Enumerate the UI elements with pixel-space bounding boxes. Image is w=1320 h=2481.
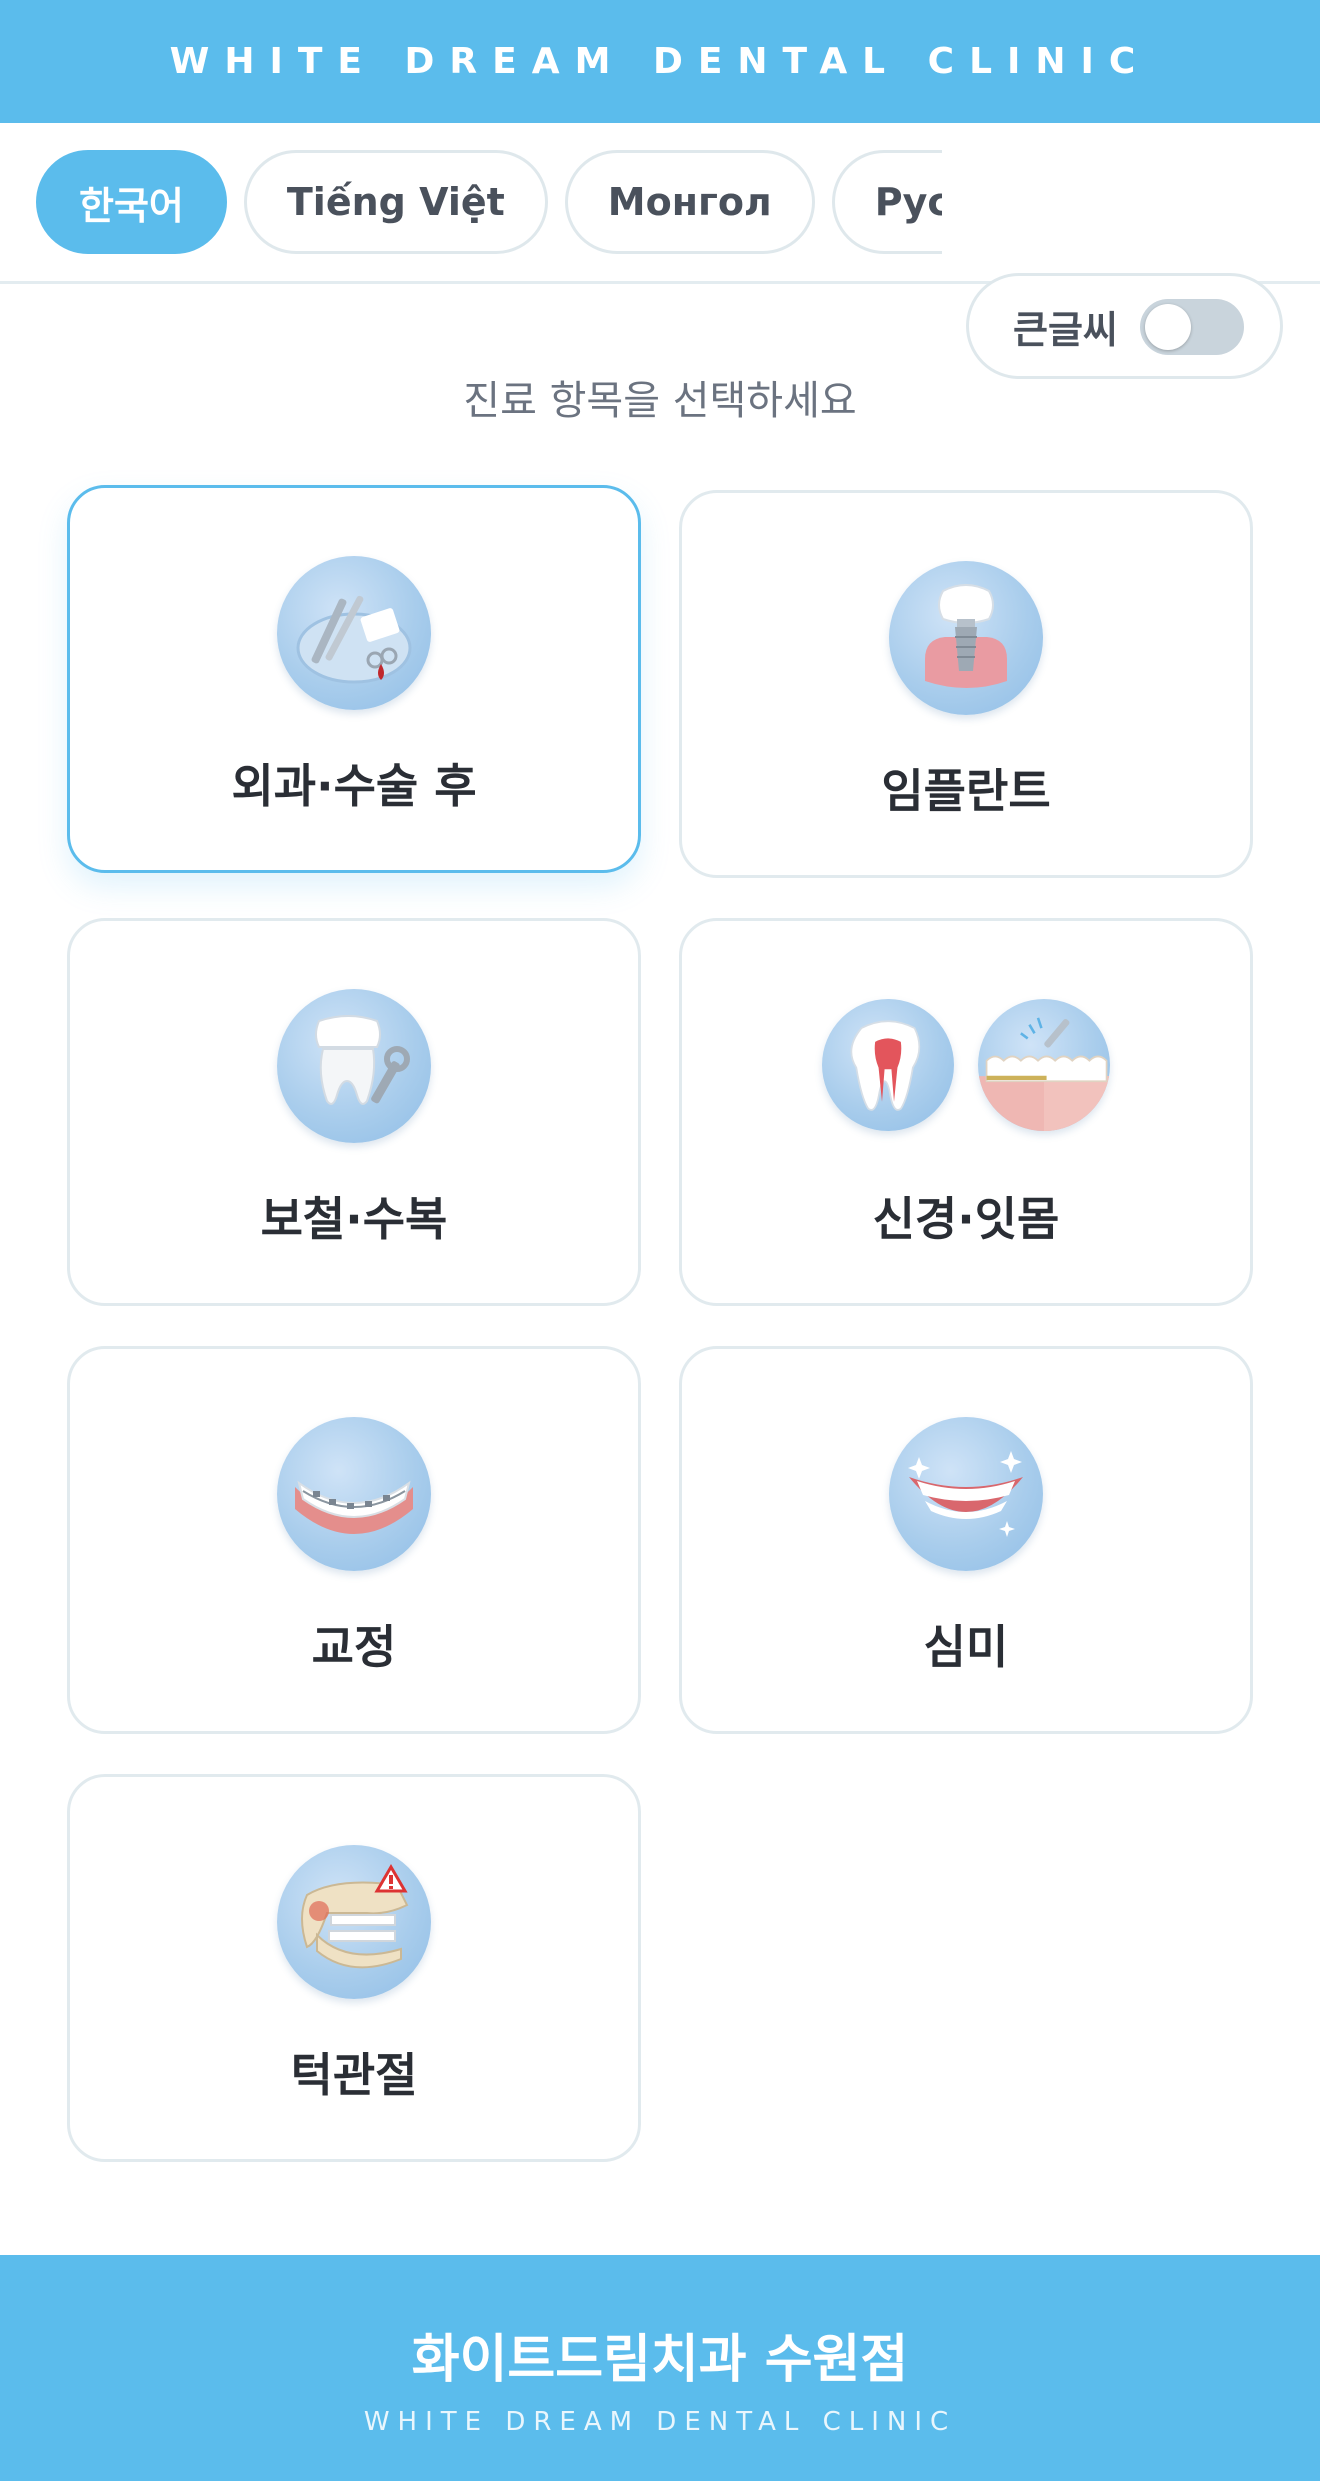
- smile-icon: [889, 1417, 1043, 1571]
- category-label: 신경·잇몸: [872, 1192, 1060, 1246]
- header-brand: WHITE DREAM DENTAL CLINIC: [169, 41, 1151, 82]
- surgical-tools-icon: [277, 556, 431, 710]
- crown-wrench-icon: [277, 989, 431, 1143]
- category-label: 임플란트: [881, 764, 1051, 818]
- root-canal-icon: [822, 999, 954, 1131]
- footer-brand: WHITE DREAM DENTAL CLINIC: [363, 2407, 957, 2437]
- category-label: 턱관절: [290, 2048, 418, 2102]
- category-label: 심미: [923, 1620, 1009, 1674]
- category-label: 보철·수복: [260, 1192, 448, 1246]
- big-text-label: 큰글씨: [1013, 307, 1118, 352]
- language-russian-button[interactable]: Русский: [831, 150, 942, 254]
- big-text-toggle-pill[interactable]: 큰글씨: [966, 273, 1283, 379]
- category-card-aesthetics[interactable]: 심미: [679, 1346, 1253, 1734]
- big-text-switch[interactable]: [1140, 299, 1244, 355]
- language-scroll[interactable]: 한국어Tiếng ViệtМонголРусский: [36, 150, 942, 256]
- category-label: 교정: [311, 1620, 397, 1674]
- category-card-endo-perio[interactable]: 신경·잇몸: [679, 918, 1253, 1306]
- category-label: 외과·수술 후: [231, 759, 477, 813]
- language-vietnamese-button[interactable]: Tiếng Việt: [243, 150, 548, 254]
- footer-clinic-name: 화이트드림치과 수원점: [411, 2330, 909, 2390]
- braces-icon: [277, 1417, 431, 1571]
- category-card-implant[interactable]: 임플란트: [679, 490, 1253, 878]
- jaw-joint-icon: [277, 1845, 431, 1999]
- gum-cleaning-icon: [978, 999, 1110, 1131]
- footer: 화이트드림치과 수원점 WHITE DREAM DENTAL CLINIC: [0, 2255, 1320, 2481]
- category-card-prosthetics[interactable]: 보철·수복: [67, 918, 641, 1306]
- category-card-tmj[interactable]: 턱관절: [67, 1774, 641, 2162]
- category-card-orthodontics[interactable]: 교정: [67, 1346, 641, 1734]
- language-bar: 한국어Tiếng ViệtМонголРусский 큰글씨: [0, 123, 1320, 379]
- switch-knob: [1145, 304, 1191, 350]
- page-subtitle: 진료 항목을 선택하세요: [463, 378, 857, 424]
- implant-icon: [889, 561, 1043, 715]
- top-header-bar: WHITE DREAM DENTAL CLINIC: [0, 0, 1320, 123]
- language-korean-button[interactable]: 한국어: [36, 150, 227, 254]
- language-mongolian-button[interactable]: Монгол: [564, 150, 815, 254]
- category-card-surgery[interactable]: 외과·수술 후: [67, 485, 641, 873]
